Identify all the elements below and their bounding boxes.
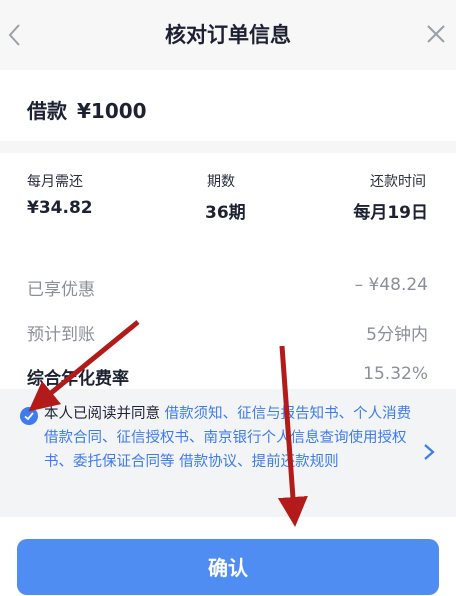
page-title: 核对订单信息 [165,23,291,47]
discount-value: – ¥48.24 [354,275,428,295]
term-value: 36期 [205,203,246,223]
monthly-payment-label: 每月需还 [27,174,83,190]
check-icon [24,412,34,421]
chevron-right-icon[interactable] [422,442,436,462]
section-divider [0,141,456,153]
confirm-button[interactable]: 确认 [17,539,439,595]
term-label: 期数 [207,174,235,190]
apr-value: 15.32% [363,364,428,384]
loan-label: 借款 [27,99,67,123]
monthly-payment-value: ¥34.82 [27,198,93,218]
close-icon[interactable] [424,22,448,46]
agree-checkbox[interactable] [20,407,38,425]
arrival-value: 5分钟内 [366,325,428,345]
repayment-date-label: 还款时间 [370,174,426,190]
repayment-date-value: 每月19日 [353,203,428,223]
discount-label: 已享优惠 [27,280,95,300]
arrival-label: 预计到账 [27,325,95,345]
loan-amount: ¥1000 [77,99,147,123]
header-bar: 核对订单信息 [0,0,456,70]
agreement-text: 本人已阅读并同意 借款须知、征信与报告知书、个人消费借款合同、征信授权书、南京银… [44,402,414,474]
agreement-section: 本人已阅读并同意 借款须知、征信与报告知书、个人消费借款合同、征信授权书、南京银… [0,389,456,517]
loan-amount-row: 借款 ¥1000 [27,95,147,124]
agreement-prefix: 本人已阅读并同意 [44,406,160,422]
apr-label: 综合年化费率 [27,369,129,389]
